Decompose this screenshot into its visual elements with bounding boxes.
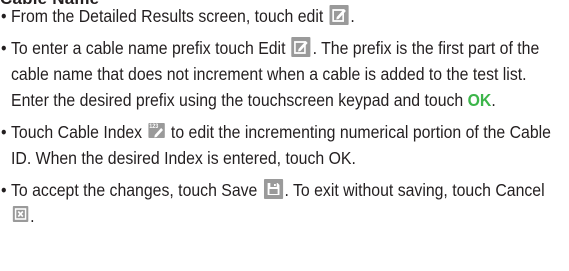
list-item: Touch Cable Index 123 to edit the increm… [1, 119, 567, 171]
item-text: From the Detailed Results screen, touch … [11, 6, 328, 26]
item-text: . To exit without saving, touch Cancel [284, 180, 545, 200]
cable-index-icon: 123 [148, 123, 165, 138]
save-icon [263, 179, 283, 199]
item-text: . [30, 206, 35, 226]
cancel-icon [12, 206, 29, 222]
item-text: . [491, 90, 496, 110]
item-text: . [350, 6, 355, 26]
document-page: Cable Name From the Detailed Results scr… [0, 0, 569, 271]
ok-text: OK [467, 90, 492, 110]
edit-icon [291, 37, 311, 57]
list-item: From the Detailed Results screen, touch … [1, 3, 567, 29]
edit-icon [329, 5, 349, 25]
item-text: Touch Cable Index [11, 122, 147, 142]
list-item: To enter a cable name prefix touch Edit … [1, 35, 567, 113]
list-item: To accept the changes, touch Save . To e… [1, 177, 567, 229]
item-text: To enter a cable name prefix touch Edit [11, 38, 290, 58]
item-text: To accept the changes, touch Save [11, 180, 262, 200]
bullet-list: From the Detailed Results screen, touch … [1, 3, 567, 235]
